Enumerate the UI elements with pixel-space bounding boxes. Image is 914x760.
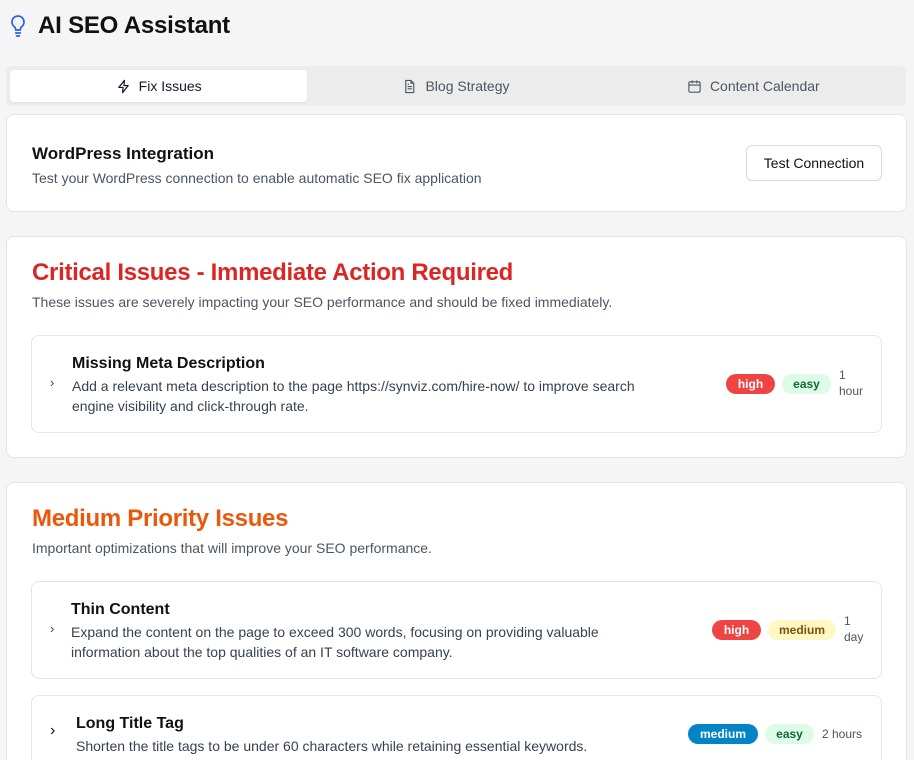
impact-badge: medium bbox=[688, 724, 758, 744]
lightning-icon bbox=[117, 79, 129, 93]
critical-issues-description: These issues are severely impacting your… bbox=[32, 294, 613, 310]
tab-blog-strategy[interactable]: Blog Strategy bbox=[307, 70, 604, 102]
effort-badge: easy bbox=[765, 724, 814, 744]
issue-title: Long Title Tag bbox=[76, 715, 184, 732]
issue-description-line: Add a relevant meta description to the p… bbox=[72, 378, 635, 394]
medium-issues-title: Medium Priority Issues bbox=[32, 505, 289, 532]
chevron-right-icon[interactable]: › bbox=[50, 722, 55, 740]
time-estimate-unit: day bbox=[844, 630, 864, 644]
time-estimate: 2 hours bbox=[822, 727, 863, 741]
issue-description: Shorten the title tags to be under 60 ch… bbox=[76, 736, 587, 756]
chevron-right-icon[interactable]: › bbox=[50, 375, 54, 390]
tab-bar: Fix Issues Blog Strategy Content Calenda… bbox=[6, 66, 906, 106]
tab-content-calendar[interactable]: Content Calendar bbox=[605, 70, 902, 102]
wordpress-integration-card: WordPress Integration Test your WordPres… bbox=[6, 114, 907, 212]
issue-item[interactable]: › Missing Meta Description Add a relevan… bbox=[31, 335, 882, 433]
wordpress-title: WordPress Integration bbox=[32, 144, 214, 163]
effort-badge: easy bbox=[782, 374, 831, 394]
issue-description: Expand the content on the page to exceed… bbox=[71, 622, 599, 662]
effort-badge: medium bbox=[768, 620, 836, 640]
tab-label: Blog Strategy bbox=[425, 78, 510, 94]
issue-title: Thin Content bbox=[71, 601, 170, 618]
lightbulb-icon bbox=[11, 15, 25, 37]
issue-description-line: engine visibility and click-through rate… bbox=[72, 398, 309, 414]
time-estimate-unit: hour bbox=[839, 384, 864, 398]
time-estimate-value: 1 bbox=[839, 368, 846, 382]
issue-description: Add a relevant meta description to the p… bbox=[72, 376, 635, 416]
critical-issues-card: Critical Issues - Immediate Action Requi… bbox=[6, 236, 907, 458]
document-icon bbox=[405, 79, 415, 93]
issue-description-line: information about the top qualities of a… bbox=[71, 644, 453, 660]
calendar-icon bbox=[688, 79, 701, 93]
page-title: AI SEO Assistant bbox=[38, 12, 230, 39]
issue-item[interactable]: › Long Title Tag Shorten the title tags … bbox=[31, 695, 882, 760]
issue-title: Missing Meta Description bbox=[72, 355, 265, 372]
time-estimate: 1 hour bbox=[839, 367, 863, 399]
time-estimate-value: 1 bbox=[844, 614, 851, 628]
app-header: AI SEO Assistant bbox=[8, 10, 230, 42]
issue-description-line: Shorten the title tags to be under 60 ch… bbox=[76, 738, 588, 754]
tab-label: Fix Issues bbox=[138, 78, 202, 94]
tab-fix-issues[interactable]: Fix Issues bbox=[10, 70, 308, 102]
impact-badge: high bbox=[712, 620, 761, 640]
medium-issues-card: Medium Priority Issues Important optimiz… bbox=[6, 482, 907, 760]
issue-item[interactable]: › Thin Content Expand the content on the… bbox=[31, 581, 882, 679]
time-estimate: 1 day bbox=[844, 613, 863, 645]
issue-description-line: Expand the content on the page to exceed… bbox=[71, 624, 599, 640]
chevron-right-icon[interactable]: › bbox=[50, 621, 54, 636]
test-connection-button[interactable]: Test Connection bbox=[746, 145, 882, 181]
tab-label: Content Calendar bbox=[709, 78, 820, 94]
medium-issues-description: Important optimizations that will improv… bbox=[32, 540, 432, 556]
critical-issues-title: Critical Issues - Immediate Action Requi… bbox=[32, 259, 514, 286]
wordpress-description: Test your WordPress connection to enable… bbox=[32, 170, 482, 186]
impact-badge: high bbox=[726, 374, 775, 394]
